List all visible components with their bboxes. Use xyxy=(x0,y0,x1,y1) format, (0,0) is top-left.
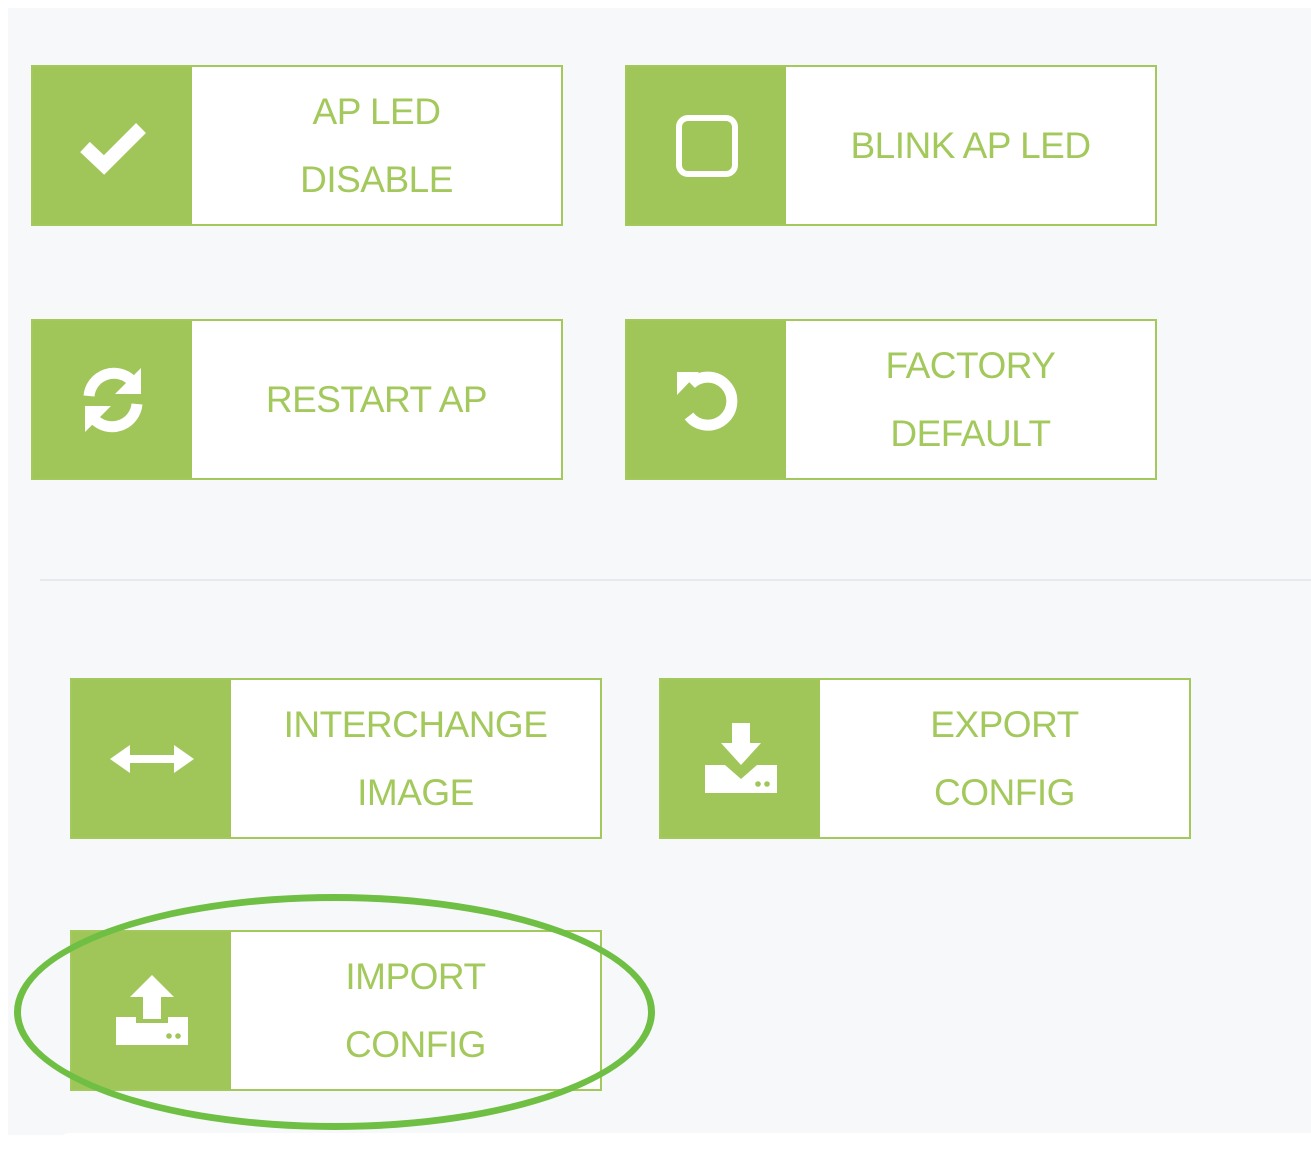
upload-icon xyxy=(115,974,188,1045)
restart-ap-label: RESTART AP xyxy=(265,378,488,420)
restart-ap-button[interactable]: RESTART AP xyxy=(31,319,563,480)
interchange-image-button[interactable]: INTERCHANGE IMAGE xyxy=(70,678,602,839)
square-icon xyxy=(675,114,738,177)
import-config-label: IMPORT CONFIG xyxy=(345,955,486,1065)
ap-led-disable-button[interactable]: AP LED DISABLE xyxy=(31,65,563,226)
factory-default-label: FACTORY DEFAULT xyxy=(885,344,1056,454)
ap-led-disable-label: AP LED DISABLE xyxy=(300,90,453,200)
factory-default-button[interactable]: FACTORY DEFAULT xyxy=(625,319,1157,480)
factory-default-icon-box xyxy=(627,321,786,478)
next-card-edge xyxy=(62,1133,1311,1149)
interchange-image-icon-box xyxy=(72,680,231,837)
export-config-label: EXPORT CONFIG xyxy=(930,703,1079,813)
import-config-button[interactable]: IMPORT CONFIG xyxy=(70,930,602,1091)
interchange-image-label: INTERCHANGE IMAGE xyxy=(283,703,548,813)
blink-ap-led-icon-box xyxy=(627,67,786,224)
section-divider xyxy=(40,579,1311,581)
export-config-icon-box xyxy=(661,680,820,837)
blink-ap-led-label: BLINK AP LED xyxy=(850,124,1091,166)
download-icon xyxy=(704,722,777,793)
ap-led-disable-icon-box xyxy=(33,67,192,224)
import-config-icon-box xyxy=(72,932,231,1089)
refresh-icon xyxy=(83,367,142,432)
check-icon xyxy=(79,122,146,175)
restart-ap-icon-box xyxy=(33,321,192,478)
undo-icon xyxy=(676,371,737,431)
export-config-button[interactable]: EXPORT CONFIG xyxy=(659,678,1191,839)
swap-arrows-icon xyxy=(109,744,194,773)
blink-ap-led-button[interactable]: BLINK AP LED xyxy=(625,65,1157,226)
